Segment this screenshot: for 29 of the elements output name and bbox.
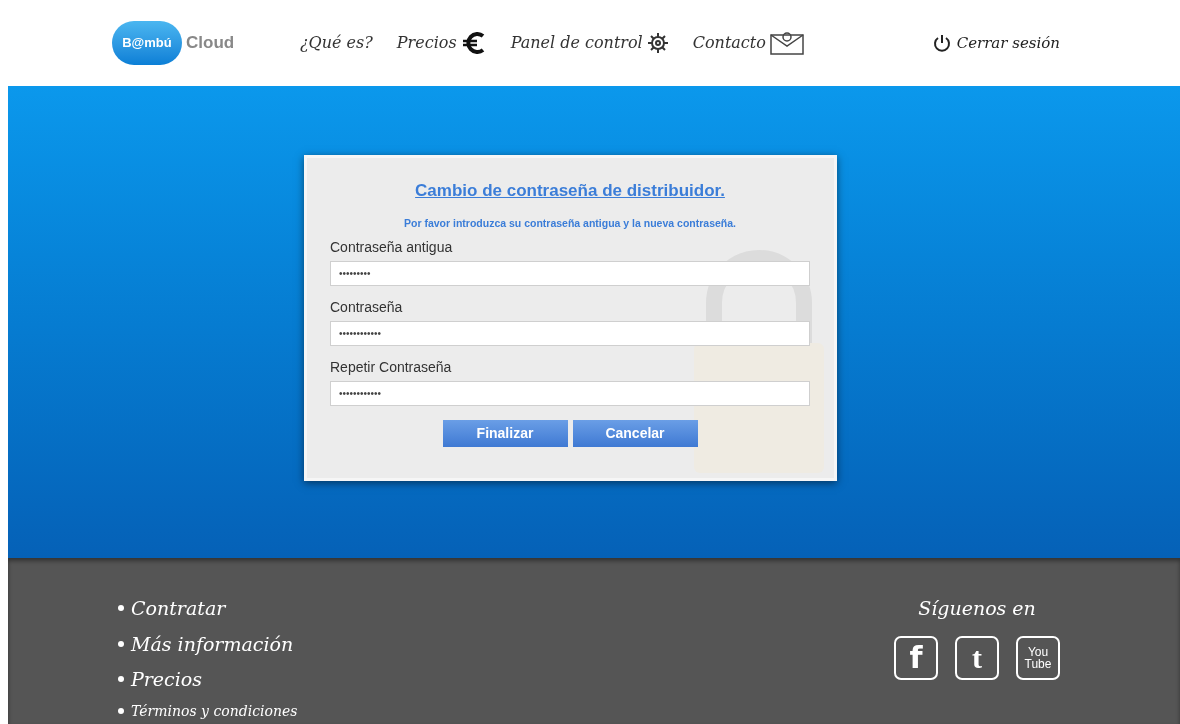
form-subtitle: Por favor introduzca su contraseña antigua y la nueva contraseña. <box>404 215 736 231</box>
gear-icon <box>646 32 669 54</box>
password-field[interactable]: ••••••••• <box>330 261 810 287</box>
footer-link[interactable]: Términos y condiciones <box>131 700 298 722</box>
footer-link[interactable]: Contratar <box>131 594 226 623</box>
password-field[interactable]: •••••••••••• <box>330 381 810 407</box>
video-link[interactable]: You Tube <box>1016 635 1060 680</box>
euro-icon <box>460 32 487 54</box>
nav-link[interactable]: Precios <box>396 31 487 55</box>
field-label: Repetir Contraseña <box>330 358 453 378</box>
form-title: Cambio de contraseña de distribuidor. <box>415 180 725 202</box>
bullet-icon <box>118 640 124 647</box>
envelope-icon <box>769 31 804 55</box>
social-link[interactable]: t <box>955 635 999 680</box>
bullet-icon <box>118 605 124 612</box>
bullet-icon <box>118 676 124 683</box>
nav-link[interactable]: ¿Qué es? <box>300 31 373 55</box>
password-field[interactable]: •••••••••••• <box>330 321 810 347</box>
field-label: Contraseña antigua <box>330 238 454 258</box>
footer-link[interactable]: Más información <box>131 629 294 658</box>
nav-link[interactable]: Panel de control <box>510 31 669 55</box>
field-label: Contraseña <box>330 298 404 318</box>
nav-link[interactable]: Contacto <box>692 31 804 55</box>
social-link[interactable]: f <box>894 635 938 680</box>
logout-link[interactable]: Cerrar sesión <box>930 31 1060 55</box>
logo-text: Cloud <box>186 32 235 55</box>
footer-link[interactable]: Precios <box>131 665 203 694</box>
bullet-icon <box>118 708 124 714</box>
follow-heading: Síguenos en <box>918 596 1036 621</box>
